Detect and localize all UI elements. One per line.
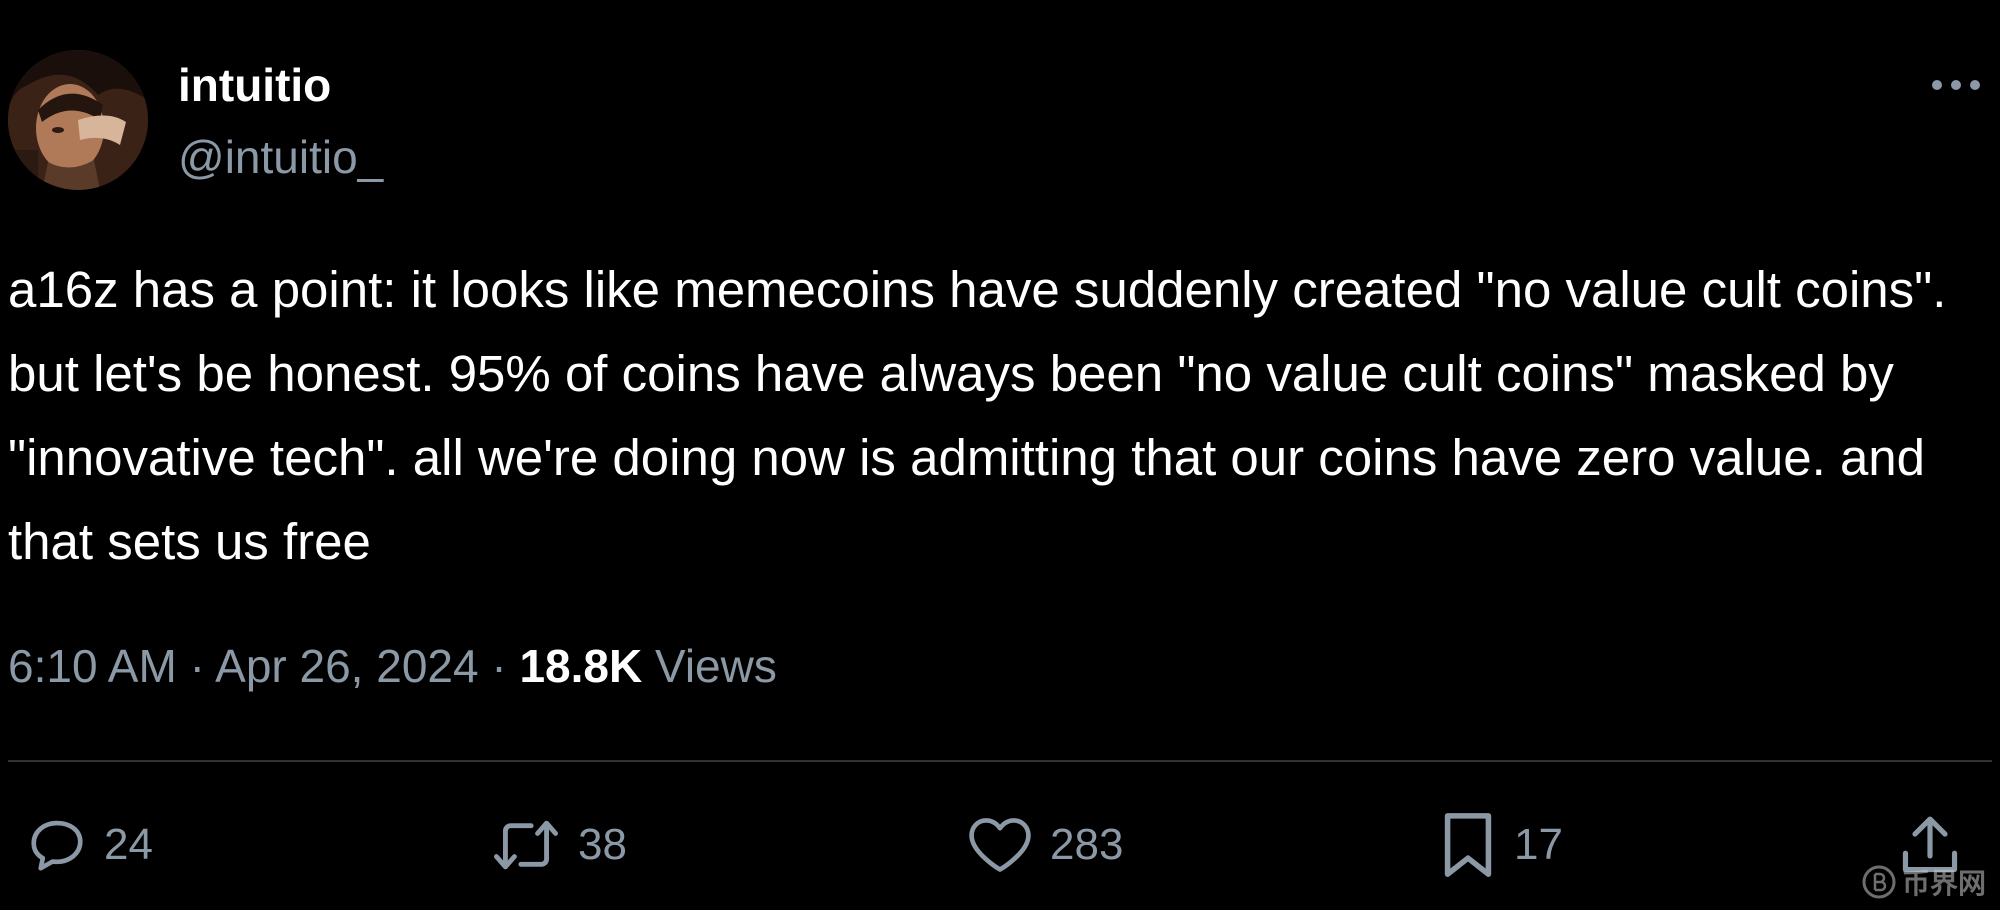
bookmark-count: 17 xyxy=(1514,820,1563,869)
like-button[interactable]: 283 xyxy=(966,805,1123,885)
avatar-image xyxy=(8,50,148,190)
retweet-button[interactable]: 38 xyxy=(490,805,627,885)
display-name[interactable]: intuitio xyxy=(178,56,331,114)
retweet-count: 38 xyxy=(578,820,627,869)
meta-separator: · xyxy=(491,640,507,692)
like-count: 283 xyxy=(1050,820,1124,869)
avatar[interactable] xyxy=(8,50,148,190)
action-bar: 24 38 283 17 xyxy=(0,805,2000,885)
tweet-card: intuitio @intuitio_ a16z has a point: it… xyxy=(0,0,2000,910)
reply-icon xyxy=(31,820,83,871)
reply-count: 24 xyxy=(104,820,153,869)
divider xyxy=(8,760,1992,762)
tweet-date[interactable]: Apr 26, 2024 xyxy=(215,640,478,692)
reply-button[interactable]: 24 xyxy=(26,805,153,885)
retweet-icon xyxy=(493,820,559,870)
meta-separator: · xyxy=(189,640,205,692)
views-label: Views xyxy=(654,640,777,692)
watermark: 币界网 xyxy=(1862,862,1986,902)
tweet-text: a16z has a point: it looks like memecoin… xyxy=(8,261,1961,570)
more-horizontal-icon[interactable] xyxy=(1926,70,1986,100)
user-handle[interactable]: @intuitio_ xyxy=(178,128,383,186)
views-count[interactable]: 18.8K xyxy=(519,640,642,692)
watermark-text: 币界网 xyxy=(1901,868,1986,899)
watermark-logo-icon xyxy=(1862,865,1896,899)
tweet-meta: 6:10 AM · Apr 26, 2024 · 18.8K Views xyxy=(8,636,777,696)
tweet-time[interactable]: 6:10 AM xyxy=(8,640,177,692)
bookmark-icon xyxy=(1444,813,1492,877)
heart-icon xyxy=(969,818,1031,872)
bookmark-button[interactable]: 17 xyxy=(1438,805,1563,885)
